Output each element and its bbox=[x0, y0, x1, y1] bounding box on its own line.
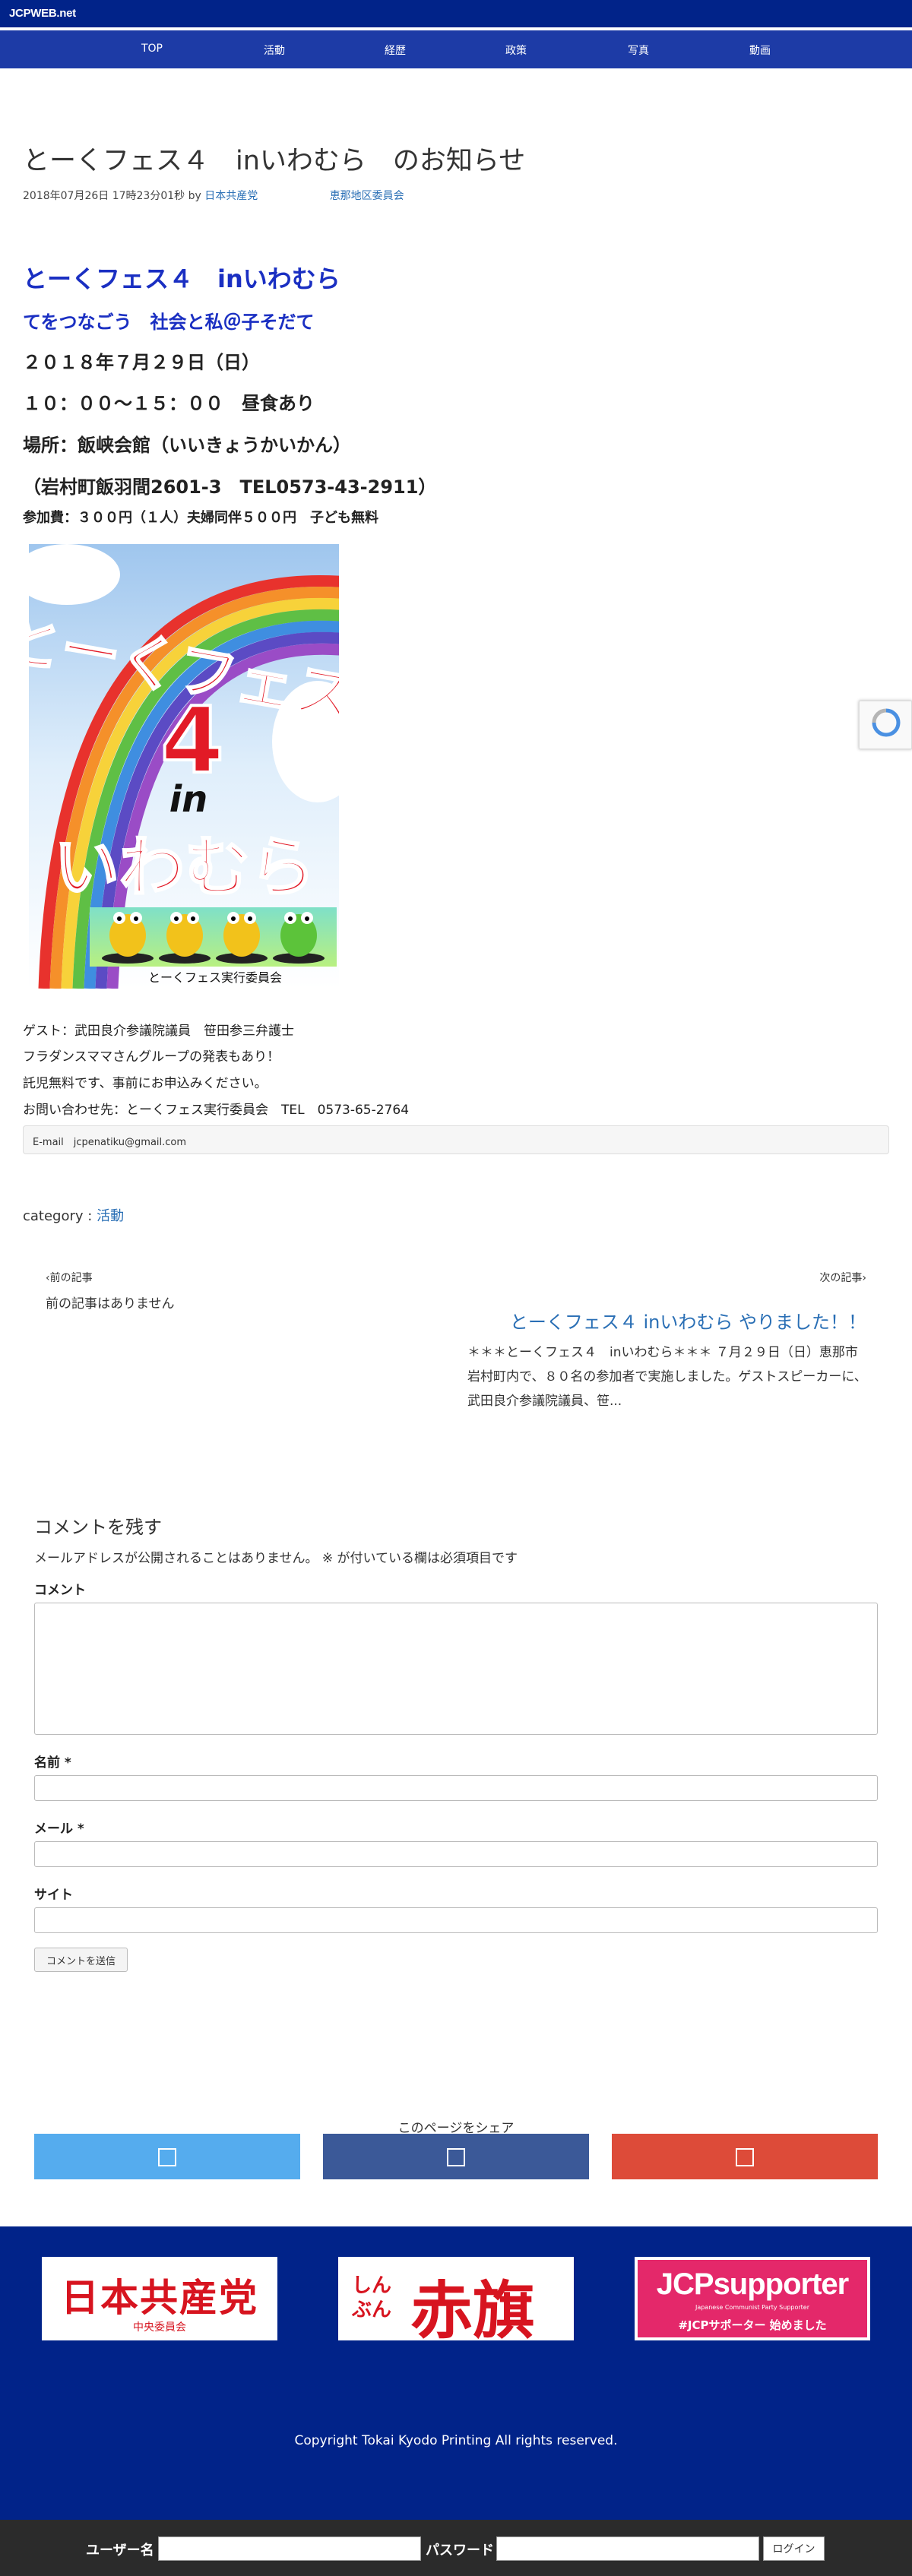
nav-item-career[interactable]: 経歴 bbox=[350, 43, 441, 58]
recaptcha-badge[interactable] bbox=[859, 701, 912, 749]
category-link-activity[interactable]: 活動 bbox=[97, 1208, 124, 1224]
banner-supporter-small: Japanese Communist Party Supporter bbox=[695, 2304, 810, 2311]
copyright-text: Copyright Tokai Kyodo Printing All right… bbox=[294, 2433, 618, 2448]
event-fee: 参加費：３００円（１人）夫婦同伴５００円 子ども無料 bbox=[23, 510, 378, 526]
comment-heading: コメントを残す bbox=[34, 1517, 162, 1538]
poster-text-iwamura: いわむら bbox=[54, 830, 315, 906]
detail-contact: お問い合わせ先：とーくフェス実行委員会 TEL 0573-65-2764 bbox=[23, 1103, 410, 1118]
contact-email-box: E-mail jcpenatiku@gmail.com bbox=[23, 1125, 889, 1154]
event-address: （岩村町飯羽間2601-3 TEL0573-43-2911） bbox=[23, 476, 437, 498]
next-post-label: 次の記事› bbox=[819, 1272, 866, 1284]
prev-post-none: 前の記事はありません bbox=[46, 1296, 175, 1312]
mail-input[interactable] bbox=[34, 1841, 878, 1867]
site-label: サイト bbox=[34, 1888, 73, 1903]
login-bar: ユーザー名 パスワード ログイン bbox=[0, 2520, 912, 2576]
main-nav: TOP 活動 経歴 政策 写真 動画 bbox=[0, 30, 912, 68]
password-label: パスワード bbox=[426, 2543, 494, 2559]
login-button[interactable]: ログイン bbox=[763, 2536, 825, 2561]
post-meta: 2018年07月26日 17時23分01秒 by 日本共産党 恵那地区委員会 bbox=[23, 188, 404, 203]
banner-akahata-title: 赤旗 bbox=[410, 2274, 536, 2347]
share-googleplus-button[interactable] bbox=[612, 2134, 878, 2179]
post-category-link[interactable]: 恵那地区委員会 bbox=[330, 190, 404, 202]
poster-text-in: in bbox=[169, 778, 208, 821]
nav-item-videos[interactable]: 動画 bbox=[714, 43, 806, 58]
share-twitter-button[interactable] bbox=[34, 2134, 300, 2179]
facebook-icon bbox=[447, 2148, 465, 2166]
banner-jcp-title: 日本共産党 bbox=[61, 2276, 258, 2320]
nav-item-activity[interactable]: 活動 bbox=[229, 43, 320, 58]
banner-akahata[interactable]: しんぶん 赤旗 bbox=[338, 2257, 574, 2347]
site-footer: 日本共産党 中央委員会 しんぶん 赤旗 JCPsupporter Japanes… bbox=[0, 2226, 912, 2520]
poster-artwork: とーくフェス 4 in いわむら とーくフェス実行委員会 bbox=[29, 544, 339, 989]
banner-jcp-subtitle: 中央委員会 bbox=[133, 2321, 186, 2334]
banner-jcp-central[interactable]: 日本共産党 中央委員会 bbox=[42, 2257, 277, 2340]
detail-childcare: 託児無料です、事前にお申込みください。 bbox=[23, 1076, 268, 1091]
googleplus-icon bbox=[736, 2148, 754, 2166]
banner-supporter-subtitle: #JCPサポーター 始めました bbox=[678, 2318, 827, 2332]
event-time: １０：００〜１５：００ 昼食あり bbox=[23, 393, 315, 414]
name-label: 名前 * bbox=[34, 1755, 71, 1771]
next-post-excerpt: ＊＊＊とーくフェス４ inいわむら＊＊＊ ７月２９日（日）恵那市岩村町内で、８０… bbox=[467, 1345, 867, 1409]
username-label: ユーザー名 bbox=[86, 2543, 154, 2559]
event-place: 場所：飯峡会館（いいきょうかいかん） bbox=[23, 435, 351, 456]
detail-hula: フラダンスママさんグループの発表もあり！ bbox=[23, 1049, 280, 1065]
post-title: とーくフェス４ inいわむら のお知らせ bbox=[23, 146, 526, 176]
post-author-link[interactable]: 日本共産党 bbox=[204, 190, 258, 202]
mail-label: メール * bbox=[34, 1821, 84, 1837]
banner-jcp-supporter[interactable]: JCPsupporter Japanese Communist Party Su… bbox=[635, 2257, 870, 2340]
detail-guest: ゲスト：武田良介参議院議員 笹田参三弁護士 bbox=[23, 1024, 294, 1039]
comment-submit-button[interactable]: コメントを送信 bbox=[34, 1948, 128, 1972]
twitter-icon bbox=[158, 2148, 176, 2166]
post-by: by bbox=[188, 190, 201, 202]
top-bar: JCPWEB.net bbox=[0, 0, 912, 27]
nav-item-top[interactable]: TOP bbox=[106, 43, 198, 55]
nav-item-policy[interactable]: 政策 bbox=[470, 43, 562, 58]
poster-committee: とーくフェス実行委員会 bbox=[148, 970, 282, 985]
recaptcha-icon bbox=[872, 708, 901, 737]
next-post-link[interactable]: とーくフェス４ inいわむら やりました！！ bbox=[510, 1307, 866, 1334]
password-input[interactable] bbox=[496, 2536, 759, 2561]
prev-post-label: ‹前の記事 bbox=[46, 1272, 93, 1284]
category-label: category : bbox=[23, 1208, 93, 1224]
event-subtitle: てをつなごう 社会と私＠子そだて bbox=[23, 312, 315, 333]
site-input[interactable] bbox=[34, 1907, 878, 1933]
nav-item-photos[interactable]: 写真 bbox=[593, 43, 684, 58]
share-facebook-button[interactable] bbox=[323, 2134, 589, 2179]
comment-textarea[interactable] bbox=[34, 1603, 878, 1735]
site-logo[interactable]: JCPWEB.net bbox=[9, 7, 76, 20]
post-date: 2018年07月26日 17時23分01秒 bbox=[23, 190, 185, 202]
next-arrow-icon: › bbox=[862, 1272, 866, 1284]
comment-label: コメント bbox=[34, 1583, 86, 1598]
banner-akahata-kana: しんぶん bbox=[352, 2274, 392, 2321]
event-title: とーくフェス４ inいわむら bbox=[23, 264, 340, 293]
post-category-footer: category : 活動 bbox=[23, 1205, 124, 1225]
event-date: ２０１８年７月２９日（日） bbox=[23, 352, 260, 373]
username-input[interactable] bbox=[158, 2536, 421, 2561]
name-input[interactable] bbox=[34, 1775, 878, 1801]
banner-supporter-title: JCPsupporter bbox=[656, 2267, 850, 2301]
comment-note: メールアドレスが公開されることはありません。 ※ が付いている欄は必須項目です bbox=[34, 1551, 518, 1566]
event-poster-image[interactable]: とーくフェス 4 in いわむら とーくフェス実行委員会 bbox=[29, 544, 339, 989]
